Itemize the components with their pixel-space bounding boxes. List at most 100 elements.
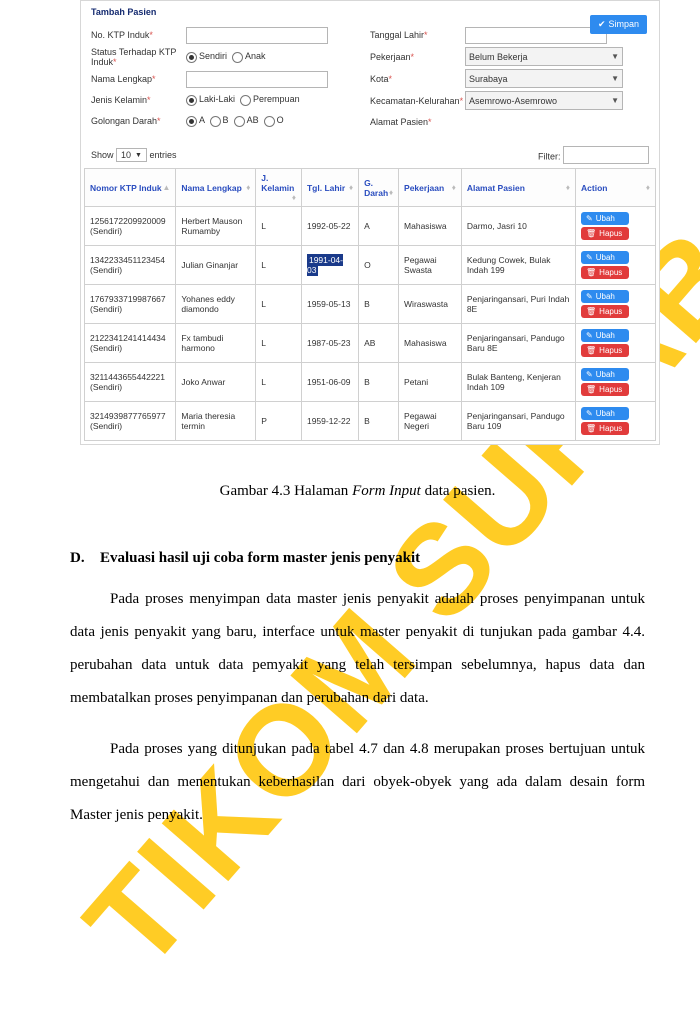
- cell-action: ✎ Ubah 🗑 Hapus: [576, 363, 656, 402]
- chevron-down-icon: ▼: [135, 152, 142, 159]
- delete-button[interactable]: 🗑 Hapus: [581, 422, 629, 435]
- trash-icon: 🗑: [586, 307, 596, 316]
- cell-ktp: 1767933719987667(Sendiri): [85, 285, 176, 324]
- edit-button[interactable]: ✎ Ubah: [581, 407, 629, 420]
- cell-gd: B: [359, 402, 399, 441]
- tgl-input[interactable]: [465, 27, 607, 44]
- cell-jk: L: [256, 363, 302, 402]
- cell-tgl: 1959-12-22: [301, 402, 358, 441]
- tgl-label: Tanggal Lahir*: [370, 30, 465, 40]
- jk-label: Jenis Kelamin*: [91, 95, 186, 105]
- panel-title: Tambah Pasien: [81, 1, 659, 23]
- cell-action: ✎ Ubah 🗑 Hapus: [576, 324, 656, 363]
- cell-ktp: 3214939877765977(Sendiri): [85, 402, 176, 441]
- delete-button[interactable]: 🗑 Hapus: [581, 266, 629, 279]
- trash-icon: 🗑: [586, 229, 596, 238]
- cell-ktp: 1342233451123454(Sendiri): [85, 246, 176, 285]
- table-row: 1767933719987667(Sendiri)Yohanes eddy di…: [85, 285, 656, 324]
- radio-ab[interactable]: [234, 116, 245, 127]
- entries-count: 10: [121, 150, 131, 160]
- delete-button[interactable]: 🗑 Hapus: [581, 305, 629, 318]
- cell-alamat: Kedung Cowek, Bulak Indah 199: [461, 246, 575, 285]
- th-gd[interactable]: G. Darah♦: [359, 169, 399, 207]
- sort-icon: ♦: [389, 188, 393, 197]
- cell-alamat: Penjaringansari, Puri Indah 8E: [461, 285, 575, 324]
- radio-o[interactable]: [264, 116, 275, 127]
- filter-input[interactable]: [563, 146, 649, 164]
- delete-button[interactable]: 🗑 Hapus: [581, 383, 629, 396]
- edit-button[interactable]: ✎ Ubah: [581, 329, 629, 342]
- table-row: 3214939877765977(Sendiri)Maria theresia …: [85, 402, 656, 441]
- cell-jk: L: [256, 207, 302, 246]
- radio-b-label: B: [223, 115, 229, 125]
- entries-select[interactable]: 10 ▼: [116, 148, 147, 162]
- cell-pek: Wiraswasta: [399, 285, 462, 324]
- radio-anak[interactable]: [232, 52, 243, 63]
- cell-action: ✎ Ubah 🗑 Hapus: [576, 207, 656, 246]
- entries-label: entries: [150, 150, 177, 160]
- th-ktp[interactable]: Nomor KTP Induk▲: [85, 169, 176, 207]
- sort-icon: ♦: [292, 193, 296, 202]
- cell-pek: Mahasiswa: [399, 324, 462, 363]
- cell-nama: Julian Ginanjar: [176, 246, 256, 285]
- th-jk[interactable]: J. Kelamin♦: [256, 169, 302, 207]
- paragraph-2: Pada proses yang ditunjukan pada tabel 4…: [70, 733, 645, 832]
- kec-value: Asemrowo-Asemrowo: [469, 96, 557, 106]
- delete-button[interactable]: 🗑 Hapus: [581, 344, 629, 357]
- nama-input[interactable]: [186, 71, 328, 88]
- radio-sendiri[interactable]: [186, 52, 197, 63]
- cell-action: ✎ Ubah 🗑 Hapus: [576, 285, 656, 324]
- delete-button[interactable]: 🗑 Hapus: [581, 227, 629, 240]
- th-tgl[interactable]: Tgl. Lahir♦: [301, 169, 358, 207]
- radio-sendiri-label: Sendiri: [199, 51, 227, 61]
- cell-nama: Herbert Mauson Rumamby: [176, 207, 256, 246]
- edit-icon: ✎: [586, 409, 593, 418]
- cell-pek: Petani: [399, 363, 462, 402]
- th-pek[interactable]: Pekerjaan♦: [399, 169, 462, 207]
- edit-button[interactable]: ✎ Ubah: [581, 251, 629, 264]
- radio-anak-label: Anak: [245, 51, 266, 61]
- radio-perempuan[interactable]: [240, 95, 251, 106]
- cell-alamat: Bulak Banteng, Kenjeran Indah 109: [461, 363, 575, 402]
- noktp-input[interactable]: [186, 27, 328, 44]
- edit-button[interactable]: ✎ Ubah: [581, 368, 629, 381]
- th-action[interactable]: Action♦: [576, 169, 656, 207]
- table-row: 1256172209920009(Sendiri)Herbert Mauson …: [85, 207, 656, 246]
- cell-alamat: Penjaringansari, Pandugo Baru 8E: [461, 324, 575, 363]
- th-nama[interactable]: Nama Lengkap♦: [176, 169, 256, 207]
- trash-icon: 🗑: [586, 268, 596, 277]
- cell-jk: P: [256, 402, 302, 441]
- th-alamat[interactable]: Alamat Pasien♦: [461, 169, 575, 207]
- pekerjaan-label: Pekerjaan*: [370, 52, 465, 62]
- gol-radios: A B AB O: [186, 115, 284, 126]
- table-row: 1342233451123454(Sendiri)Julian Ginanjar…: [85, 246, 656, 285]
- show-label: Show: [91, 150, 114, 160]
- radio-laki[interactable]: [186, 95, 197, 106]
- save-button[interactable]: ✔Simpan: [590, 15, 647, 34]
- figure-caption: Gambar 4.3 Halaman Form Input data pasie…: [70, 483, 645, 500]
- sort-icon: ♦: [566, 183, 570, 192]
- radio-a-label: A: [199, 115, 205, 125]
- status-label: Status Terhadap KTP Induk*: [91, 47, 186, 67]
- kec-select[interactable]: Asemrowo-Asemrowo▼: [465, 91, 623, 110]
- cell-jk: L: [256, 285, 302, 324]
- trash-icon: 🗑: [586, 346, 596, 355]
- cell-tgl: 1992-05-22: [301, 207, 358, 246]
- cell-gd: B: [359, 363, 399, 402]
- pekerjaan-select[interactable]: Belum Bekerja▼: [465, 47, 623, 66]
- cell-ktp: 3211443655442221(Sendiri): [85, 363, 176, 402]
- cell-tgl: 1991-04-03: [301, 246, 358, 285]
- save-button-label: Simpan: [608, 19, 639, 29]
- cell-gd: O: [359, 246, 399, 285]
- kota-select[interactable]: Surabaya▼: [465, 69, 623, 88]
- cell-nama: Maria theresia termin: [176, 402, 256, 441]
- edit-button[interactable]: ✎ Ubah: [581, 290, 629, 303]
- cell-gd: AB: [359, 324, 399, 363]
- cell-alamat: Darmo, Jasri 10: [461, 207, 575, 246]
- radio-ab-label: AB: [247, 115, 259, 125]
- edit-button[interactable]: ✎ Ubah: [581, 212, 629, 225]
- cell-action: ✎ Ubah 🗑 Hapus: [576, 246, 656, 285]
- status-radios: Sendiri Anak: [186, 51, 266, 62]
- radio-a[interactable]: [186, 116, 197, 127]
- radio-b[interactable]: [210, 116, 221, 127]
